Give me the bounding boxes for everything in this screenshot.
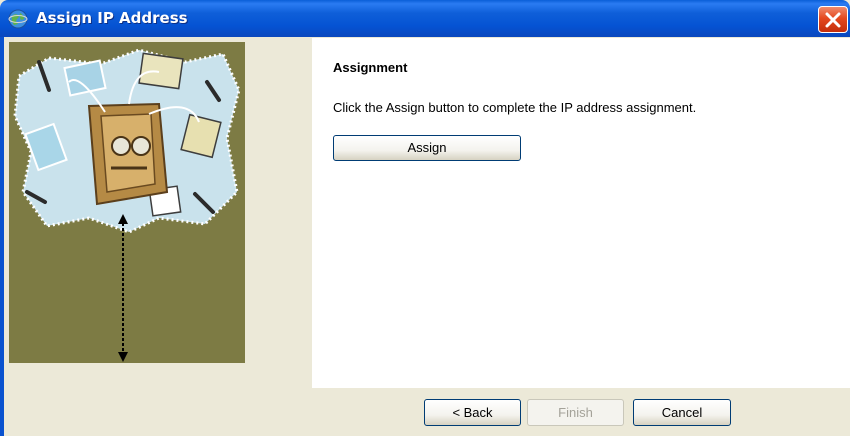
network-illustration [13,48,241,362]
window-title: Assign IP Address [36,9,188,27]
assign-button[interactable]: Assign [333,135,521,161]
cancel-button[interactable]: Cancel [633,399,731,426]
globe-network-icon [7,8,29,30]
side-panel [9,42,245,363]
page-heading: Assignment [333,60,408,75]
close-button[interactable] [818,6,848,33]
close-icon [825,12,841,28]
title-bar[interactable]: Assign IP Address [0,0,850,37]
back-button[interactable]: < Back [424,399,521,426]
finish-button: Finish [527,399,624,426]
instruction-text: Click the Assign button to complete the … [333,100,697,115]
window-frame-left [0,37,4,436]
main-content: Assignment Click the Assign button to co… [312,38,850,388]
